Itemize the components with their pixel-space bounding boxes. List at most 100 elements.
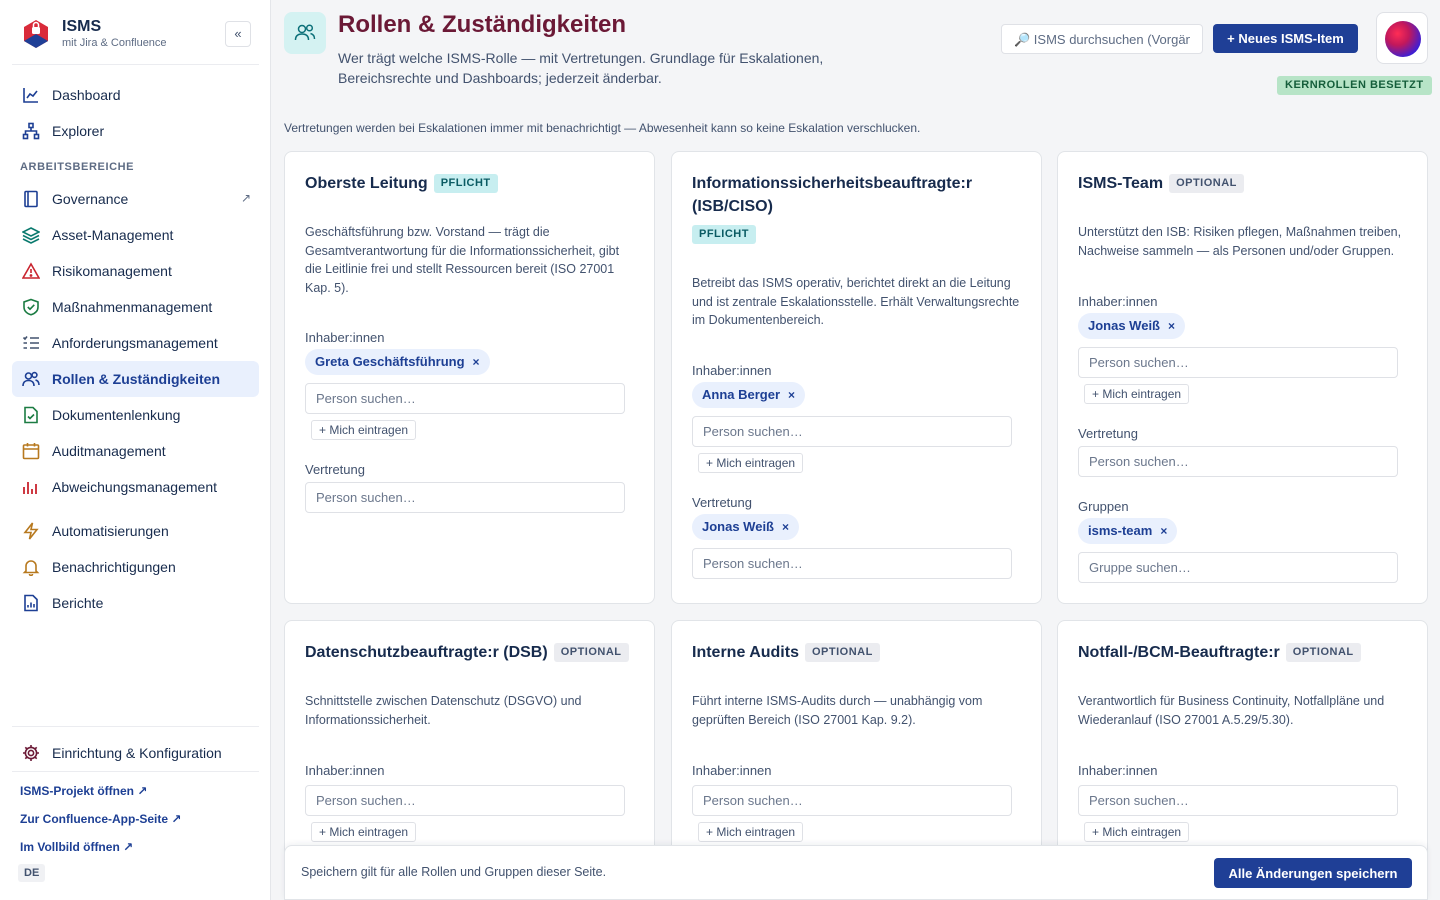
- collapse-sidebar-button[interactable]: «: [225, 21, 251, 47]
- role-title: Informationssicherheitsbeauftragte:r (IS…: [692, 175, 973, 215]
- chip-label: isms-team: [1088, 523, 1153, 538]
- remove-icon[interactable]: ×: [1160, 524, 1167, 538]
- nav-label: Benachrichtigungen: [52, 559, 176, 575]
- brand: ISMS mit Jira & Confluence: [20, 16, 260, 56]
- sidebar: ISMS mit Jira & Confluence « Dashboard E…: [0, 0, 271, 900]
- role-description: Führt interne ISMS-Audits durch — unabhä…: [692, 694, 983, 727]
- remove-icon[interactable]: ×: [473, 355, 480, 369]
- deputy-label: Vertretung: [692, 495, 752, 510]
- add-me-button[interactable]: + Mich eintragen: [311, 822, 417, 842]
- optional-badge: OPTIONAL: [553, 643, 629, 662]
- nav-deviation-management[interactable]: Abweichungsmanagement: [12, 469, 259, 505]
- role-description: Betreibt das ISMS operativ, berichtet di…: [692, 276, 1020, 327]
- nav-label: Governance: [52, 191, 129, 207]
- remove-icon[interactable]: ×: [788, 388, 795, 402]
- add-me-button[interactable]: + Mich eintragen: [1084, 822, 1190, 842]
- owner-search-input[interactable]: [1078, 347, 1398, 378]
- deputy-chip: Jonas Weiß ×: [692, 514, 800, 540]
- mandatory-badge: PFLICHT: [692, 225, 756, 244]
- hierarchy-icon: [22, 122, 40, 140]
- role-card-internal-audits: Interne Audits OPTIONAL Führt interne ISM…: [671, 620, 1042, 880]
- add-me-button[interactable]: + Mich eintragen: [311, 420, 417, 440]
- calendar-icon: [22, 443, 40, 460]
- nav-automations[interactable]: Automatisierungen: [12, 513, 259, 549]
- checklist-icon: [22, 336, 39, 349]
- nav-label: Auditmanagement: [52, 443, 166, 459]
- role-title: Notfall-/BCM-Beauftragte:r OPTIONAL: [1078, 641, 1361, 664]
- optional-badge: OPTIONAL: [1169, 174, 1244, 193]
- nav-label: Einrichtung & Konfiguration: [52, 745, 222, 761]
- add-me-button[interactable]: + Mich eintragen: [1084, 384, 1190, 404]
- nav-label: Risikomanagement: [52, 263, 172, 279]
- layers-icon: [22, 227, 40, 244]
- chip-label: Jonas Weiß: [702, 519, 775, 534]
- nav-governance[interactable]: Governance ↗: [12, 181, 259, 217]
- brand-title: ISMS: [62, 18, 102, 35]
- save-note: Speichern gilt für alle Rollen und Grupp…: [301, 865, 607, 879]
- nav-measure-management[interactable]: Maßnahmenmanagement: [12, 289, 259, 325]
- chip-label: Anna Berger: [702, 387, 781, 402]
- group-search-input[interactable]: [1078, 552, 1398, 583]
- user-menu[interactable]: [1376, 12, 1428, 64]
- nav-asset-management[interactable]: Asset-Management: [12, 217, 259, 253]
- nav-explorer[interactable]: Explorer: [12, 113, 259, 149]
- owner-search-input[interactable]: [1078, 785, 1398, 816]
- deputy-search-input[interactable]: [692, 548, 1012, 579]
- global-search-input[interactable]: [1001, 24, 1203, 54]
- chip-label: Jonas Weiß: [1088, 318, 1161, 333]
- nav-risk-management[interactable]: Risikomanagement: [12, 253, 259, 289]
- role-title: Datenschutzbeauftragte:r (DSB) OPTIONAL: [305, 641, 629, 664]
- add-me-button[interactable]: + Mich eintragen: [698, 822, 804, 842]
- role-title: ISMS-Team OPTIONAL: [1078, 172, 1244, 195]
- link-open-isms-project[interactable]: ISMS-Projekt öffnen ↗: [20, 784, 147, 798]
- owner-search-input[interactable]: [305, 383, 625, 414]
- new-isms-item-button[interactable]: + Neues ISMS-Item: [1213, 24, 1358, 53]
- owner-chip: Anna Berger ×: [692, 382, 806, 408]
- owners-label: Inhaber:innen: [305, 763, 385, 778]
- nav-label: Automatisierungen: [52, 523, 169, 539]
- nav-roles-responsibilities[interactable]: Rollen & Zuständigkeiten: [12, 361, 259, 397]
- add-me-button[interactable]: + Mich eintragen: [698, 453, 804, 473]
- avatar: [1385, 21, 1421, 57]
- language-badge[interactable]: DE: [18, 864, 46, 882]
- role-card-top-management: Oberste Leitung PFLICHT Geschäftsführung …: [284, 151, 655, 604]
- bar-chart-icon: [23, 482, 37, 494]
- nav-notifications[interactable]: Benachrichtigungen: [12, 549, 259, 585]
- owner-search-input[interactable]: [692, 785, 1012, 816]
- owner-search-input[interactable]: [692, 416, 1012, 447]
- role-description: Verantwortlich für Business Continuity, …: [1078, 694, 1385, 727]
- role-description: Geschäftsführung bzw. Vorstand — trägt d…: [305, 225, 620, 295]
- nav-setup-configuration[interactable]: Einrichtung & Konfiguration: [12, 735, 259, 771]
- nav-reports[interactable]: Berichte: [12, 585, 259, 621]
- link-confluence-app-page[interactable]: Zur Confluence-App-Seite ↗: [20, 812, 181, 826]
- brand-subtitle: mit Jira & Confluence: [62, 37, 167, 49]
- group-chip: isms-team ×: [1078, 518, 1178, 544]
- deputy-search-input[interactable]: [305, 482, 625, 513]
- nav-document-control[interactable]: Dokumentenlenkung: [12, 397, 259, 433]
- owner-search-input[interactable]: [305, 785, 625, 816]
- core-roles-status-badge: KERNROLLEN BESETZT: [1277, 76, 1432, 95]
- nav-dashboard[interactable]: Dashboard: [12, 77, 259, 113]
- deputy-info-note: Vertretungen werden bei Eskalationen imm…: [284, 121, 921, 135]
- nav-label: Dokumentenlenkung: [52, 407, 181, 423]
- optional-badge: OPTIONAL: [804, 643, 880, 662]
- warning-triangle-icon: [22, 262, 40, 279]
- section-label-workspaces: ARBEITSBEREICHE: [20, 161, 135, 173]
- chip-label: Greta Geschäftsführung: [315, 354, 465, 369]
- nav-label: Maßnahmenmanagement: [52, 299, 213, 315]
- save-all-button[interactable]: Alle Änderungen speichern: [1214, 858, 1412, 888]
- remove-icon[interactable]: ×: [782, 520, 789, 534]
- role-card-isms-team: ISMS-Team OPTIONAL Unterstützt den ISB: R…: [1057, 151, 1428, 604]
- deputy-search-input[interactable]: [1078, 446, 1398, 477]
- external-link-icon: ↗: [240, 191, 251, 205]
- nav-requirements-management[interactable]: Anforderungsmanagement: [12, 325, 259, 361]
- role-title-text: Oberste Leitung: [305, 175, 428, 192]
- nav-audit-management[interactable]: Auditmanagement: [12, 433, 259, 469]
- link-fullscreen[interactable]: Im Vollbild öffnen ↗: [20, 840, 133, 854]
- users-icon: [22, 371, 40, 387]
- deputy-label: Vertretung: [1078, 426, 1138, 441]
- owners-label: Inhaber:innen: [1078, 763, 1158, 778]
- remove-icon[interactable]: ×: [1168, 319, 1175, 333]
- role-card-dpo: Datenschutzbeauftragte:r (DSB) OPTIONAL S…: [284, 620, 655, 880]
- owners-label: Inhaber:innen: [692, 763, 772, 778]
